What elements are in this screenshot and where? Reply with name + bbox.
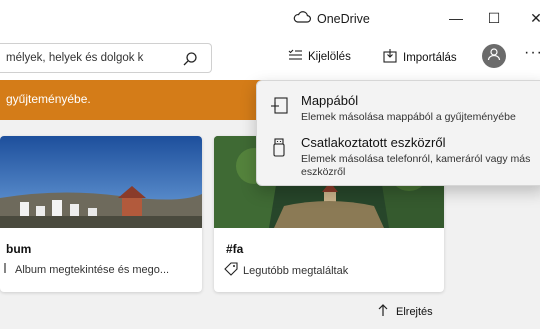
cloud-icon xyxy=(293,11,311,26)
minimize-button[interactable]: — xyxy=(444,8,468,28)
card-title: #fa xyxy=(226,242,244,256)
menu-item-description: Elemek másolása mappából a gyűjteményébe xyxy=(301,111,516,123)
onedrive-status[interactable]: OneDrive xyxy=(293,11,370,26)
import-icon xyxy=(383,49,397,66)
card-subtitle-text: Album megtekintése és mego... xyxy=(15,263,170,276)
album-thumbnail xyxy=(0,136,202,228)
import-button[interactable]: Importálás xyxy=(383,49,457,66)
more-options-button[interactable]: ··· xyxy=(524,44,540,62)
select-list-icon xyxy=(288,49,302,64)
card-subtitle: Album megtekintése és mego... xyxy=(4,262,169,277)
maximize-button[interactable]: ☐ xyxy=(482,8,506,28)
title-bar: OneDrive — ☐ ✕ xyxy=(0,0,540,36)
menu-item-description: Elemek másolása telefonról, kameráról va… xyxy=(301,153,531,178)
album-icon xyxy=(4,262,10,277)
menu-item-from-device[interactable]: Csatlakoztatott eszközről Elemek másolás… xyxy=(257,131,540,178)
search-box[interactable]: mélyek, helyek és dolgok k xyxy=(0,43,212,73)
search-icon[interactable] xyxy=(182,51,198,72)
folder-import-icon xyxy=(269,95,289,120)
hide-label: Elrejtés xyxy=(396,305,433,318)
hide-button[interactable]: Elrejtés xyxy=(378,304,433,319)
user-icon xyxy=(487,47,501,66)
close-button[interactable]: ✕ xyxy=(524,8,540,28)
import-label: Importálás xyxy=(403,51,457,64)
usb-device-icon xyxy=(269,137,289,164)
avatar[interactable] xyxy=(482,44,506,68)
menu-item-title: Mappából xyxy=(301,93,359,108)
select-label: Kijelölés xyxy=(308,50,351,63)
banner-text: gyűjteményébe. xyxy=(6,92,91,106)
onedrive-label: OneDrive xyxy=(317,11,370,26)
import-menu: Mappából Elemek másolása mappából a gyűj… xyxy=(256,80,540,186)
card-subtitle: Legutóbb megtaláltak xyxy=(224,262,348,279)
arrow-up-icon xyxy=(378,304,388,319)
select-button[interactable]: Kijelölés xyxy=(288,49,351,64)
menu-item-from-folder[interactable]: Mappából Elemek másolása mappából a gyűj… xyxy=(257,89,540,135)
menu-item-title: Csatlakoztatott eszközről xyxy=(301,135,446,150)
card-subtitle-text: Legutóbb megtaláltak xyxy=(243,264,349,277)
tag-icon xyxy=(224,262,238,279)
card-title: bum xyxy=(6,242,32,256)
album-card[interactable]: bum Album megtekintése és mego... xyxy=(0,136,202,292)
search-input[interactable]: mélyek, helyek és dolgok k xyxy=(6,52,174,64)
